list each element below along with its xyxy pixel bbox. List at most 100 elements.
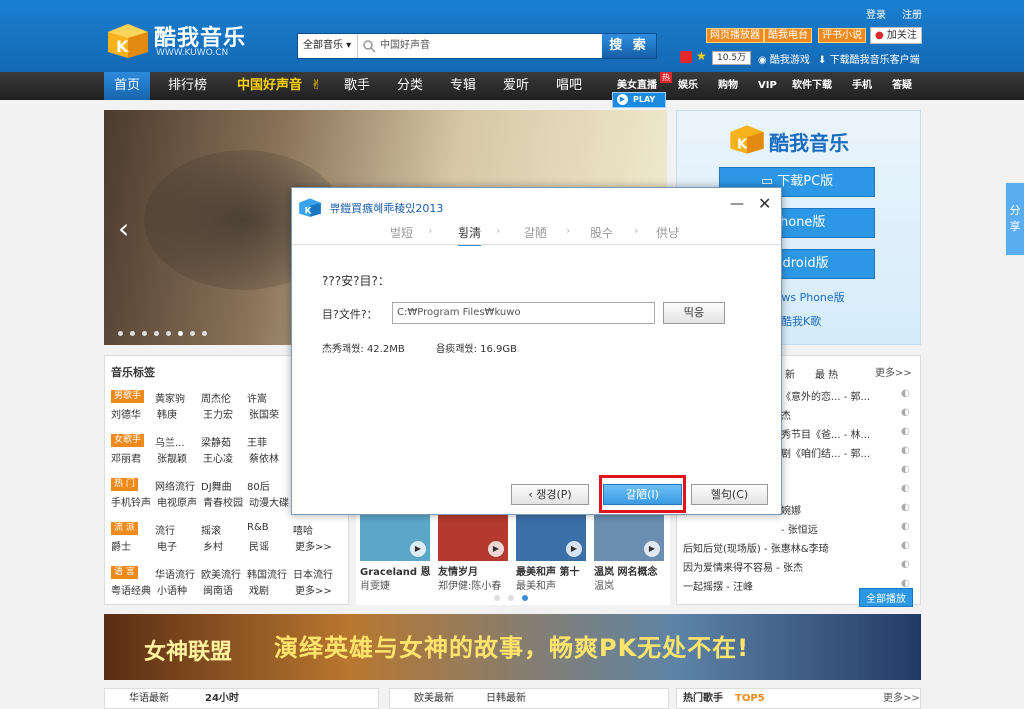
speaker-icon[interactable]: ◐ xyxy=(901,407,910,418)
play-button[interactable]: ▶ PLAY xyxy=(612,92,666,108)
cancel-button[interactable]: 혤句(C) xyxy=(691,484,768,505)
minimize-icon[interactable]: — xyxy=(730,196,744,212)
search-input[interactable]: 中国好声音 xyxy=(380,34,600,58)
song-list-item[interactable]: 婉娜 xyxy=(781,502,801,517)
tag-link[interactable]: 动漫大碟 xyxy=(249,494,289,509)
login-link[interactable]: 登录 xyxy=(866,6,886,21)
search-button[interactable]: 搜 索 xyxy=(602,34,656,58)
tag-link[interactable]: 日本流行 xyxy=(293,566,333,581)
tag-link[interactable]: 粤语经典 xyxy=(111,582,151,597)
song-list-item[interactable]: 后知后觉(现场版) - 张惠林&李琦 xyxy=(683,540,829,555)
game-link[interactable]: ◉ 酷我游戏 xyxy=(758,51,810,66)
close-icon[interactable]: ✕ xyxy=(758,194,771,213)
nav-faq[interactable]: 答疑 xyxy=(892,72,912,100)
album-artist[interactable]: 肖雯婕 xyxy=(360,577,390,592)
song-list-item[interactable]: 剧《咱们结... - 郭... xyxy=(781,445,870,460)
tag-link[interactable]: 王菲 xyxy=(247,434,267,449)
speaker-icon[interactable]: ◐ xyxy=(901,521,910,532)
tag-link[interactable]: 华语流行 xyxy=(155,566,195,581)
tag-link[interactable]: 周杰伦 xyxy=(201,390,231,405)
tag-link[interactable]: 王心凌 xyxy=(203,450,233,465)
game-ad-banner[interactable]: 女神联盟 演绎英雄与女神的故事，畅爽PK无处不在! xyxy=(104,614,921,680)
tag-link[interactable]: 邓丽君 xyxy=(111,450,141,465)
carousel-dot[interactable] xyxy=(494,595,500,601)
song-list-item[interactable]: 《意外的恋... - 郭... xyxy=(781,388,870,403)
nav-mobile[interactable]: 手机 xyxy=(852,72,872,100)
tag-link[interactable]: 摇滚 xyxy=(201,522,221,537)
weibo-small-icon[interactable] xyxy=(680,51,692,63)
tag-link[interactable]: 80后 xyxy=(247,478,270,493)
nav-favorites[interactable]: 爱听 xyxy=(503,72,529,100)
tag-link[interactable]: 更多>> xyxy=(295,582,332,597)
tag-link[interactable]: 刘德华 xyxy=(111,406,141,421)
nav-albums[interactable]: 专辑 xyxy=(450,72,476,100)
tag-link[interactable]: 小语种 xyxy=(157,582,187,597)
album-artist[interactable]: 郑伊健:陈小春 xyxy=(438,577,501,592)
tag-link[interactable]: 网络流行 xyxy=(155,478,195,493)
speaker-icon[interactable]: ◐ xyxy=(901,483,910,494)
tag-link[interactable]: 许嵩 xyxy=(247,390,267,405)
speaker-icon[interactable]: ◐ xyxy=(901,540,910,551)
register-link[interactable]: 注册 xyxy=(902,6,922,21)
tag-link[interactable]: 民谣 xyxy=(249,538,269,553)
kge-link[interactable]: 酷我K歌 xyxy=(781,313,821,329)
nav-singers[interactable]: 歌手 xyxy=(344,72,370,100)
more-link[interactable]: 更多>> xyxy=(875,364,912,379)
album-artist[interactable]: 最美和声 xyxy=(516,577,556,592)
tag-link[interactable]: 嘻哈 xyxy=(293,522,313,537)
tag-link[interactable]: DJ舞曲 xyxy=(201,478,232,493)
tab-hot[interactable]: 最 热 xyxy=(815,366,838,381)
song-list-item[interactable]: - 张恒远 xyxy=(781,521,818,536)
tag-link[interactable]: 乡村 xyxy=(203,538,223,553)
album-cover[interactable]: ▶ xyxy=(594,513,664,561)
speaker-icon[interactable]: ◐ xyxy=(901,445,910,456)
tag-link[interactable]: 黄家驹 xyxy=(155,390,185,405)
novel-button[interactable]: 评书小说 xyxy=(818,28,866,43)
follow-button[interactable]: ● 加关注 xyxy=(870,27,922,44)
tag-link[interactable]: 蔡依林 xyxy=(249,450,279,465)
web-player-button[interactable]: 网页播放器 xyxy=(706,28,764,43)
download-client-link[interactable]: ⬇ 下载酷我音乐客户端 xyxy=(818,51,920,66)
tag-link[interactable]: 爵士 xyxy=(111,538,131,553)
nav-charts[interactable]: 排行榜 xyxy=(168,72,207,100)
album-title[interactable]: 友情岁月 xyxy=(438,563,478,578)
album-artist[interactable]: 温岚 xyxy=(594,577,614,592)
tag-link[interactable]: 乌兰... xyxy=(155,434,185,449)
play-all-button[interactable]: 全部播放 xyxy=(859,588,913,607)
tag-link[interactable]: 电视原声 xyxy=(157,494,197,509)
song-list-item[interactable]: 秀节目《爸... - 林... xyxy=(781,426,870,441)
radio-button[interactable]: 酷我电台 xyxy=(764,28,812,43)
album-title[interactable]: Graceland 恩 xyxy=(360,563,431,578)
tab-24h[interactable]: 24小时 xyxy=(205,689,239,709)
tag-link[interactable]: 电子 xyxy=(157,538,177,553)
play-circle-icon[interactable]: ▶ xyxy=(410,541,426,557)
browse-button[interactable]: 띡응 xyxy=(663,302,725,324)
back-button[interactable]: ‹ 쟁경(P) xyxy=(511,484,589,505)
tag-link[interactable]: 手机铃声 xyxy=(111,494,151,509)
album-cover[interactable]: ▶ xyxy=(360,513,430,561)
tab-west-new[interactable]: 欧美最新 xyxy=(414,689,454,709)
tag-link[interactable]: 戏剧 xyxy=(249,582,269,597)
speaker-icon[interactable]: ◐ xyxy=(901,559,910,570)
carousel-dot[interactable] xyxy=(508,595,514,601)
nav-vip[interactable]: VIP xyxy=(758,72,777,100)
nav-changba[interactable]: 唱吧 xyxy=(556,72,582,100)
nav-voice-china[interactable]: 中国好声音 xyxy=(237,72,302,100)
slide-dots[interactable] xyxy=(118,326,268,336)
tab-new[interactable]: 新 xyxy=(785,366,795,381)
song-list-item[interactable]: 因为爱情来得不容易 - 张杰 xyxy=(683,559,803,574)
nav-categories[interactable]: 分类 xyxy=(397,72,423,100)
tag-link[interactable]: 流行 xyxy=(155,522,175,537)
carousel-dot[interactable] xyxy=(522,595,528,601)
play-circle-icon[interactable]: ▶ xyxy=(644,541,660,557)
play-circle-icon[interactable]: ▶ xyxy=(488,541,504,557)
tag-link[interactable]: 青春校园 xyxy=(203,494,243,509)
tab-jk-new[interactable]: 日韩最新 xyxy=(486,689,526,709)
speaker-icon[interactable]: ◐ xyxy=(901,502,910,513)
tag-link[interactable]: 梁静茹 xyxy=(201,434,231,449)
tag-link[interactable]: 韩国流行 xyxy=(247,566,287,581)
song-list-item[interactable]: 杰 xyxy=(781,407,791,422)
tag-link[interactable]: R&B xyxy=(247,522,269,533)
speaker-icon[interactable]: ◐ xyxy=(901,464,910,475)
song-list-item[interactable]: 一起摇摆 - 汪峰 xyxy=(683,578,753,593)
